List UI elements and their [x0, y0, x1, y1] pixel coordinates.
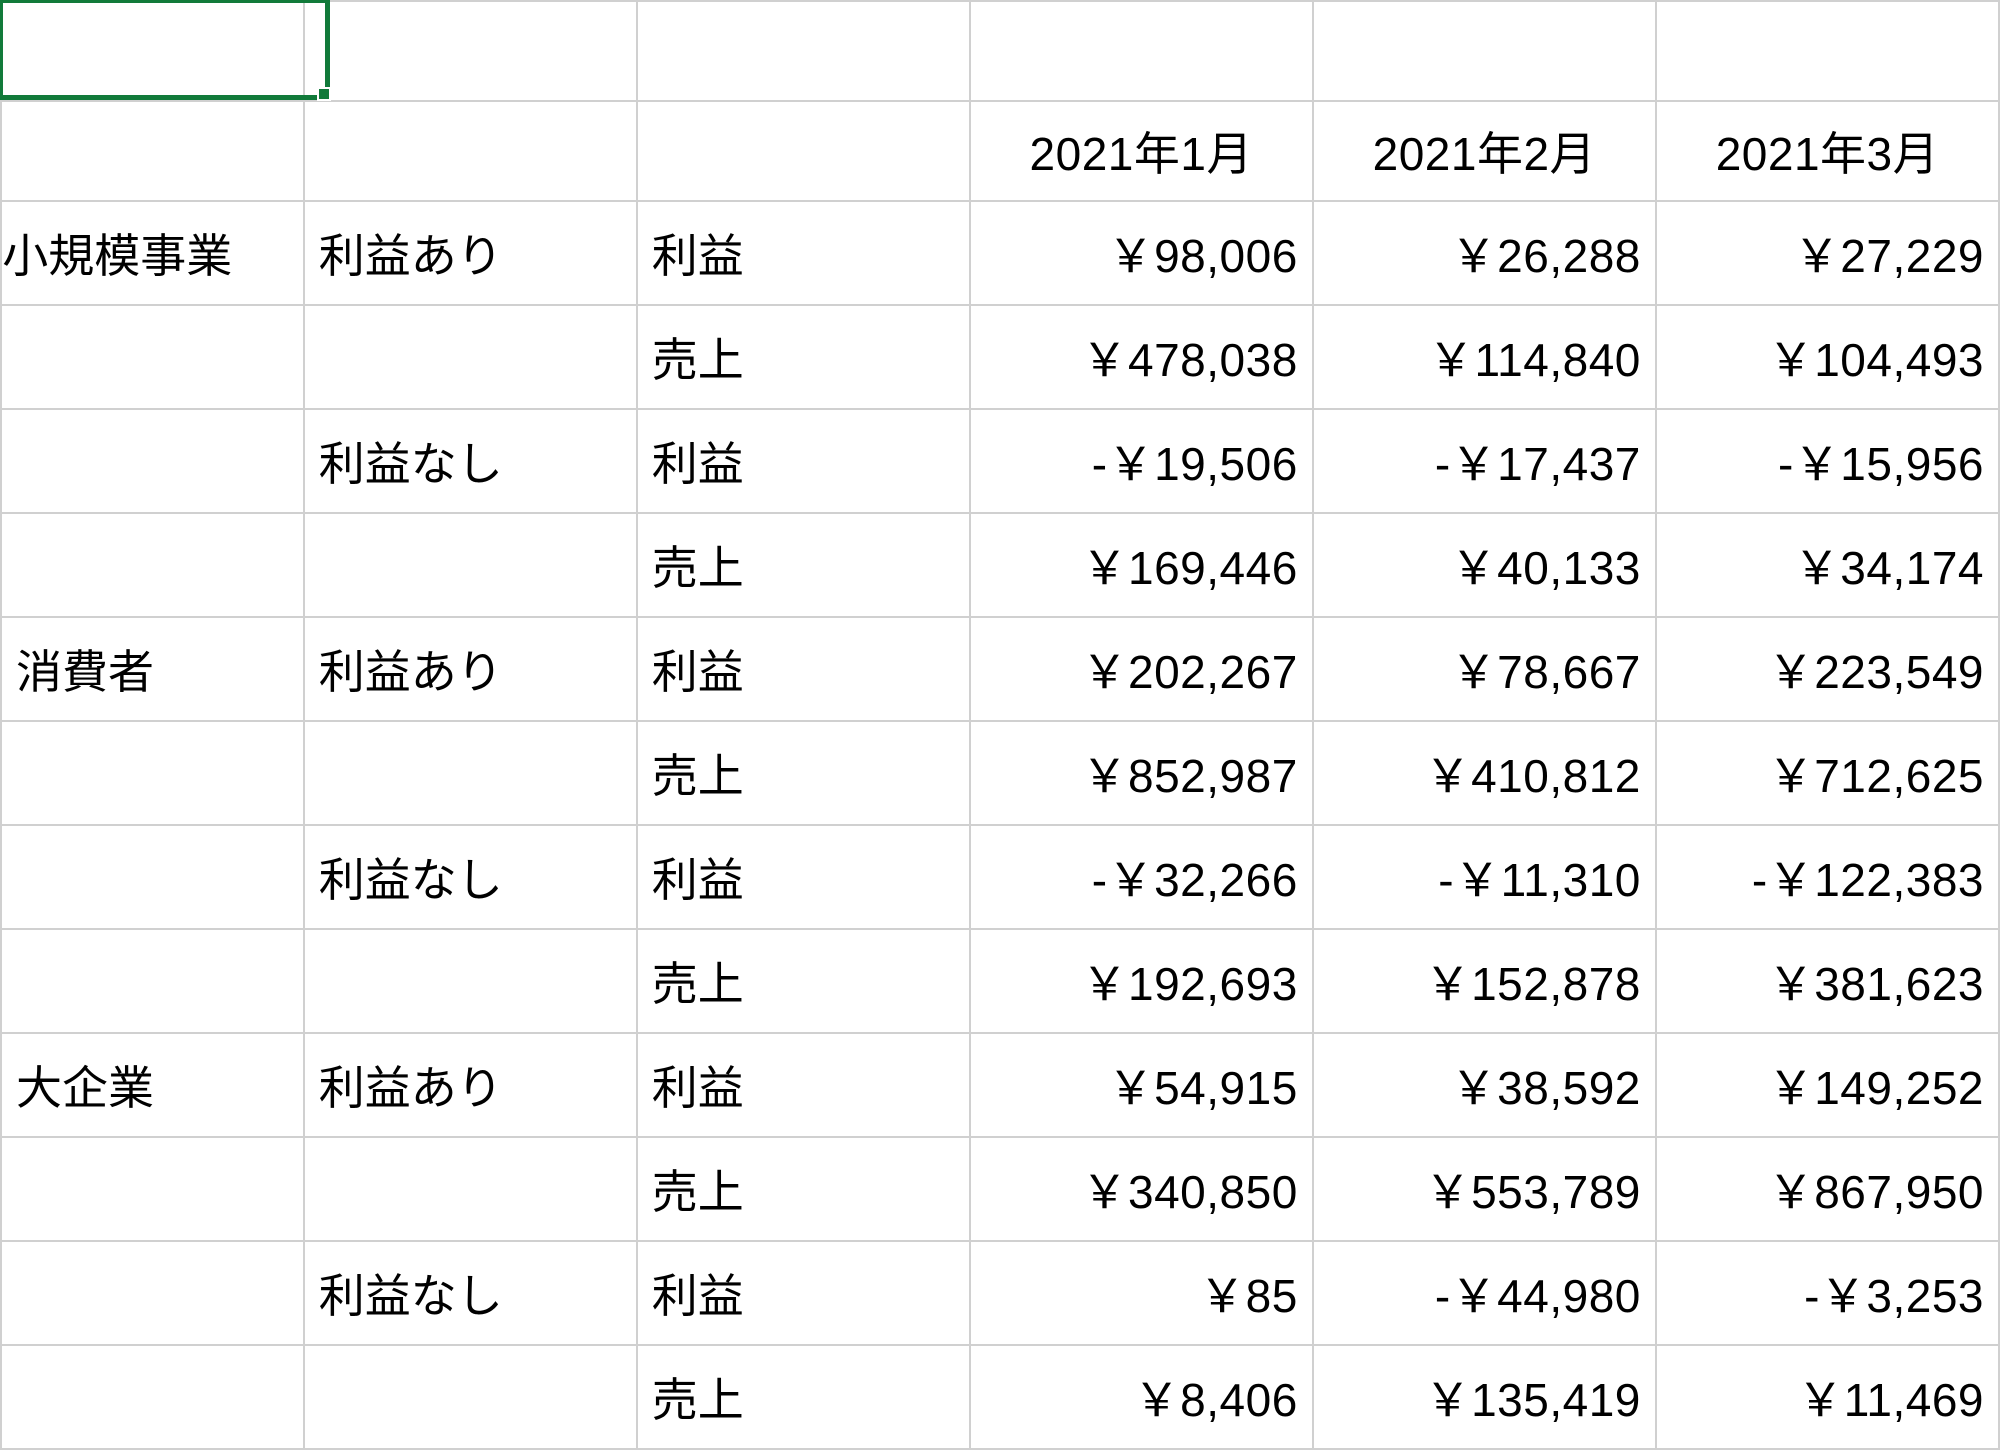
metric-cell[interactable]: 利益	[637, 1241, 970, 1345]
subgroup-cell[interactable]: 利益なし	[304, 825, 637, 929]
segment-cell[interactable]	[1, 1241, 304, 1345]
value-cell[interactable]: ￥152,878	[1313, 929, 1656, 1033]
segment-cell[interactable]	[1, 1345, 304, 1449]
value-cell[interactable]: ￥169,446	[970, 513, 1313, 617]
value-cell[interactable]: ￥98,006	[970, 201, 1313, 305]
value-cell[interactable]: -￥122,383	[1656, 825, 1999, 929]
value-cell[interactable]: -￥19,506	[970, 409, 1313, 513]
metric-cell[interactable]: 売上	[637, 305, 970, 409]
metric-cell[interactable]: 利益	[637, 825, 970, 929]
value-cell[interactable]: ￥852,987	[970, 721, 1313, 825]
metric-cell[interactable]: 売上	[637, 1345, 970, 1449]
subgroup-cell[interactable]	[304, 305, 637, 409]
value-cell[interactable]: ￥27,229	[1656, 201, 1999, 305]
value-cell[interactable]: -￥3,253	[1656, 1241, 1999, 1345]
metric-cell[interactable]: 売上	[637, 1137, 970, 1241]
segment-cell[interactable]	[1, 513, 304, 617]
value-cell[interactable]: ￥410,812	[1313, 721, 1656, 825]
metric-cell[interactable]: 売上	[637, 929, 970, 1033]
value-cell[interactable]: ￥34,174	[1656, 513, 1999, 617]
cell-blank-b1[interactable]	[304, 101, 637, 201]
column-header[interactable]: 2021年3月	[1656, 101, 1999, 201]
cell-blank-b0[interactable]	[304, 1, 637, 101]
value-cell[interactable]: -￥44,980	[1313, 1241, 1656, 1345]
metric-cell[interactable]: 利益	[637, 1033, 970, 1137]
subgroup-cell[interactable]	[304, 1345, 637, 1449]
segment-cell[interactable]	[1, 721, 304, 825]
cell-blank-a0[interactable]	[1, 1, 304, 101]
metric-cell[interactable]: 売上	[637, 513, 970, 617]
segment-cell[interactable]: 小規模事業	[1, 201, 304, 305]
value-cell[interactable]: ￥26,288	[1313, 201, 1656, 305]
metric-cell[interactable]: 利益	[637, 201, 970, 305]
value-cell[interactable]: -￥15,956	[1656, 409, 1999, 513]
value-cell[interactable]: -￥17,437	[1313, 409, 1656, 513]
subgroup-cell[interactable]	[304, 1137, 637, 1241]
segment-cell[interactable]	[1, 825, 304, 929]
subgroup-cell[interactable]	[304, 929, 637, 1033]
cell-blank-c0[interactable]	[637, 1, 970, 101]
value-cell[interactable]: ￥78,667	[1313, 617, 1656, 721]
value-cell[interactable]: -￥32,266	[970, 825, 1313, 929]
value-cell[interactable]: ￥340,850	[970, 1137, 1313, 1241]
cell-blank-f0[interactable]	[1656, 1, 1999, 101]
value-cell[interactable]: ￥135,419	[1313, 1345, 1656, 1449]
segment-cell[interactable]	[1, 305, 304, 409]
segment-cell[interactable]	[1, 929, 304, 1033]
value-cell[interactable]: ￥478,038	[970, 305, 1313, 409]
pivot-table[interactable]: 2021年1月2021年2月2021年3月小規模事業利益あり利益￥98,006￥…	[0, 0, 2000, 1450]
subgroup-cell[interactable]: 利益あり	[304, 201, 637, 305]
value-cell[interactable]: ￥553,789	[1313, 1137, 1656, 1241]
column-header[interactable]: 2021年2月	[1313, 101, 1656, 201]
cell-blank-e0[interactable]	[1313, 1, 1656, 101]
segment-cell[interactable]	[1, 409, 304, 513]
segment-cell[interactable]	[1, 1137, 304, 1241]
subgroup-cell[interactable]: 利益あり	[304, 1033, 637, 1137]
value-cell[interactable]: ￥867,950	[1656, 1137, 1999, 1241]
subgroup-cell[interactable]	[304, 721, 637, 825]
cell-blank-a1[interactable]	[1, 101, 304, 201]
value-cell[interactable]: ￥38,592	[1313, 1033, 1656, 1137]
value-cell[interactable]: ￥223,549	[1656, 617, 1999, 721]
value-cell[interactable]: ￥54,915	[970, 1033, 1313, 1137]
value-cell[interactable]: ￥8,406	[970, 1345, 1313, 1449]
metric-cell[interactable]: 利益	[637, 617, 970, 721]
value-cell[interactable]: ￥104,493	[1656, 305, 1999, 409]
column-header[interactable]: 2021年1月	[970, 101, 1313, 201]
value-cell[interactable]: ￥40,133	[1313, 513, 1656, 617]
value-cell[interactable]: ￥192,693	[970, 929, 1313, 1033]
value-cell[interactable]: ￥85	[970, 1241, 1313, 1345]
subgroup-cell[interactable]: 利益なし	[304, 1241, 637, 1345]
value-cell[interactable]: -￥11,310	[1313, 825, 1656, 929]
cell-blank-c1[interactable]	[637, 101, 970, 201]
value-cell[interactable]: ￥149,252	[1656, 1033, 1999, 1137]
value-cell[interactable]: ￥381,623	[1656, 929, 1999, 1033]
value-cell[interactable]: ￥11,469	[1656, 1345, 1999, 1449]
cell-blank-d0[interactable]	[970, 1, 1313, 101]
metric-cell[interactable]: 売上	[637, 721, 970, 825]
segment-cell[interactable]: 消費者	[1, 617, 304, 721]
value-cell[interactable]: ￥712,625	[1656, 721, 1999, 825]
metric-cell[interactable]: 利益	[637, 409, 970, 513]
subgroup-cell[interactable]: 利益なし	[304, 409, 637, 513]
segment-cell[interactable]: 大企業	[1, 1033, 304, 1137]
value-cell[interactable]: ￥114,840	[1313, 305, 1656, 409]
subgroup-cell[interactable]	[304, 513, 637, 617]
value-cell[interactable]: ￥202,267	[970, 617, 1313, 721]
subgroup-cell[interactable]: 利益あり	[304, 617, 637, 721]
